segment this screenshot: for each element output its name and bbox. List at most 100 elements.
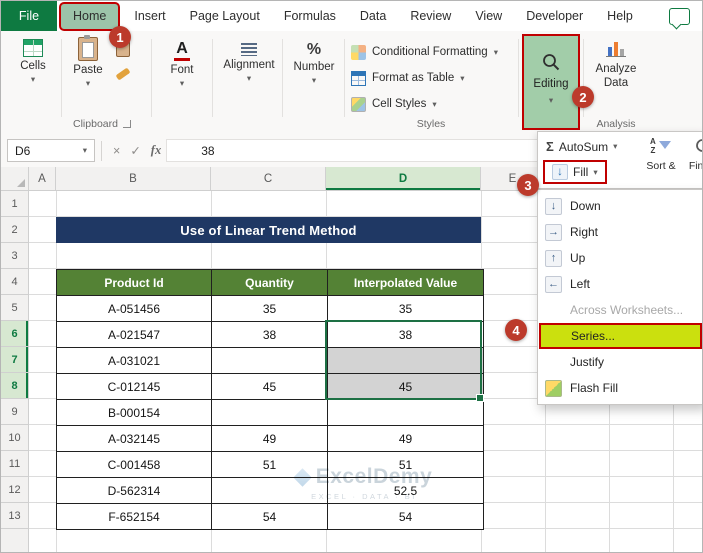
comments-icon[interactable] (669, 7, 690, 25)
sort-a-glyph: A (650, 137, 656, 146)
row-header-2[interactable]: 2 (1, 217, 28, 243)
chevron-down-icon: ▾ (82, 145, 87, 156)
tab-home[interactable]: Home (59, 1, 121, 31)
row-header-13[interactable]: 13 (1, 503, 28, 529)
table-cell[interactable] (327, 347, 484, 374)
table-cell[interactable]: C-001458 (56, 451, 212, 478)
table-cell[interactable]: A-031021 (56, 347, 212, 374)
table-cell[interactable]: 52.5 (327, 477, 484, 504)
tab-page-layout[interactable]: Page Layout (178, 1, 272, 31)
table-cell[interactable]: A-021547 (56, 321, 212, 348)
table-cell[interactable]: 49 (211, 425, 328, 452)
enter-icon[interactable]: ✓ (125, 143, 145, 158)
conditional-formatting-button[interactable]: Conditional Formatting ▾ (351, 41, 515, 63)
editing-icon (543, 54, 560, 71)
table-header-quantity[interactable]: Quantity (211, 269, 328, 296)
table-cell[interactable]: 54 (327, 503, 484, 530)
tab-data[interactable]: Data (348, 1, 398, 31)
format-as-table-label: Format as Table (372, 72, 455, 84)
column-header-b[interactable]: B (56, 167, 211, 190)
row-header-10[interactable]: 10 (1, 425, 28, 451)
table-cell[interactable]: 38 (211, 321, 328, 348)
table-cell[interactable]: 45 (327, 373, 484, 400)
alignment-label: Alignment (223, 59, 275, 71)
row-header-4[interactable]: 4 (1, 269, 28, 295)
row-header-1[interactable]: 1 (1, 191, 28, 217)
find-select-button[interactable]: Find & (682, 137, 702, 172)
tab-formulas[interactable]: Formulas (272, 1, 348, 31)
editing-group-button[interactable]: Editing ▾ (522, 34, 580, 130)
dialog-launcher-icon[interactable] (122, 120, 131, 128)
format-painter-button[interactable] (113, 65, 133, 81)
analyze-data-button[interactable]: Analyze Data (587, 39, 645, 91)
table-cell[interactable] (327, 399, 484, 426)
row-header-6[interactable]: 6 (1, 321, 28, 347)
menu-item-flash-fill[interactable]: Flash Fill (538, 375, 702, 401)
cancel-icon[interactable]: × (108, 144, 125, 158)
row-header-9[interactable]: 9 (1, 399, 28, 425)
column-header-c[interactable]: C (211, 167, 326, 190)
cells-button[interactable]: Cells ▾ (9, 39, 57, 84)
row-header-3[interactable]: 3 (1, 243, 28, 269)
file-tab[interactable]: File (1, 1, 57, 31)
number-button[interactable]: % Number ▾ (288, 42, 340, 85)
table-cell[interactable] (211, 399, 328, 426)
tab-insert[interactable]: Insert (122, 1, 177, 31)
table-cell[interactable] (211, 347, 328, 374)
menu-item-up[interactable]: ↑ Up (538, 245, 702, 271)
alignment-icon (241, 43, 257, 56)
menu-item-right[interactable]: → Right (538, 219, 702, 245)
row-header-11[interactable]: 11 (1, 451, 28, 477)
table-cell[interactable]: C-012145 (56, 373, 212, 400)
table-cell[interactable]: 49 (327, 425, 484, 452)
formula-value: 38 (201, 143, 215, 158)
menu-item-justify[interactable]: Justify (538, 349, 702, 375)
insert-function-icon[interactable]: fx (146, 143, 166, 158)
table-cell[interactable]: A-051456 (56, 295, 212, 322)
column-header-a[interactable]: A (29, 167, 56, 190)
row-header-5[interactable]: 5 (1, 295, 28, 321)
row-headers: 1 2 3 4 5 6 7 8 9 10 11 12 13 (1, 191, 29, 552)
table-row: B-000154 (56, 399, 484, 426)
sheet-title-cell[interactable]: Use of Linear Trend Method (56, 217, 481, 243)
menu-item-down[interactable]: ↓ Down (538, 193, 702, 219)
active-cell-d6[interactable]: 38 (327, 321, 484, 348)
row-header-7[interactable]: 7 (1, 347, 28, 373)
tab-review[interactable]: Review (398, 1, 463, 31)
format-as-table-button[interactable]: Format as Table ▾ (351, 67, 515, 89)
table-cell[interactable]: 35 (211, 295, 328, 322)
cells-icon (23, 39, 43, 57)
tab-help[interactable]: Help (595, 1, 645, 31)
select-all-corner[interactable] (1, 167, 29, 190)
table-header-interpolated-value[interactable]: Interpolated Value (327, 269, 484, 296)
fill-button[interactable]: ↓ Fill ▾ (543, 160, 607, 184)
menu-item-left[interactable]: ← Left (538, 271, 702, 297)
table-header-product-id[interactable]: Product Id (56, 269, 212, 296)
tab-view[interactable]: View (463, 1, 514, 31)
sort-filter-button[interactable]: A Z Sort & (642, 137, 680, 172)
table-cell[interactable]: 54 (211, 503, 328, 530)
table-cell[interactable]: D-562314 (56, 477, 212, 504)
table-cell[interactable]: 51 (327, 451, 484, 478)
name-box[interactable]: D6 ▾ (7, 139, 95, 162)
row-header-8[interactable]: 8 (1, 373, 28, 399)
table-cell[interactable]: 51 (211, 451, 328, 478)
excel-window: File Home Insert Page Layout Formulas Da… (0, 0, 703, 553)
cell-styles-button[interactable]: Cell Styles ▾ (351, 93, 515, 115)
row-header-12[interactable]: 12 (1, 477, 28, 503)
autosum-button[interactable]: Σ AutoSum ▾ (546, 139, 617, 154)
tab-developer[interactable]: Developer (514, 1, 595, 31)
table-cell[interactable]: 35 (327, 295, 484, 322)
table-cell[interactable]: 45 (211, 373, 328, 400)
group-divider (212, 39, 213, 117)
table-cell[interactable]: B-000154 (56, 399, 212, 426)
font-button[interactable]: A Font ▾ (157, 41, 207, 88)
fill-dropdown-menu: ↓ Down → Right ↑ Up ← Left Across Worksh… (537, 189, 702, 405)
column-header-d[interactable]: D (326, 167, 481, 190)
menu-item-series[interactable]: Series... (539, 323, 702, 349)
table-cell[interactable] (211, 477, 328, 504)
alignment-button[interactable]: Alignment ▾ (218, 43, 280, 83)
paste-button[interactable]: Paste ▾ (65, 35, 111, 88)
table-cell[interactable]: A-032145 (56, 425, 212, 452)
table-cell[interactable]: F-652154 (56, 503, 212, 530)
